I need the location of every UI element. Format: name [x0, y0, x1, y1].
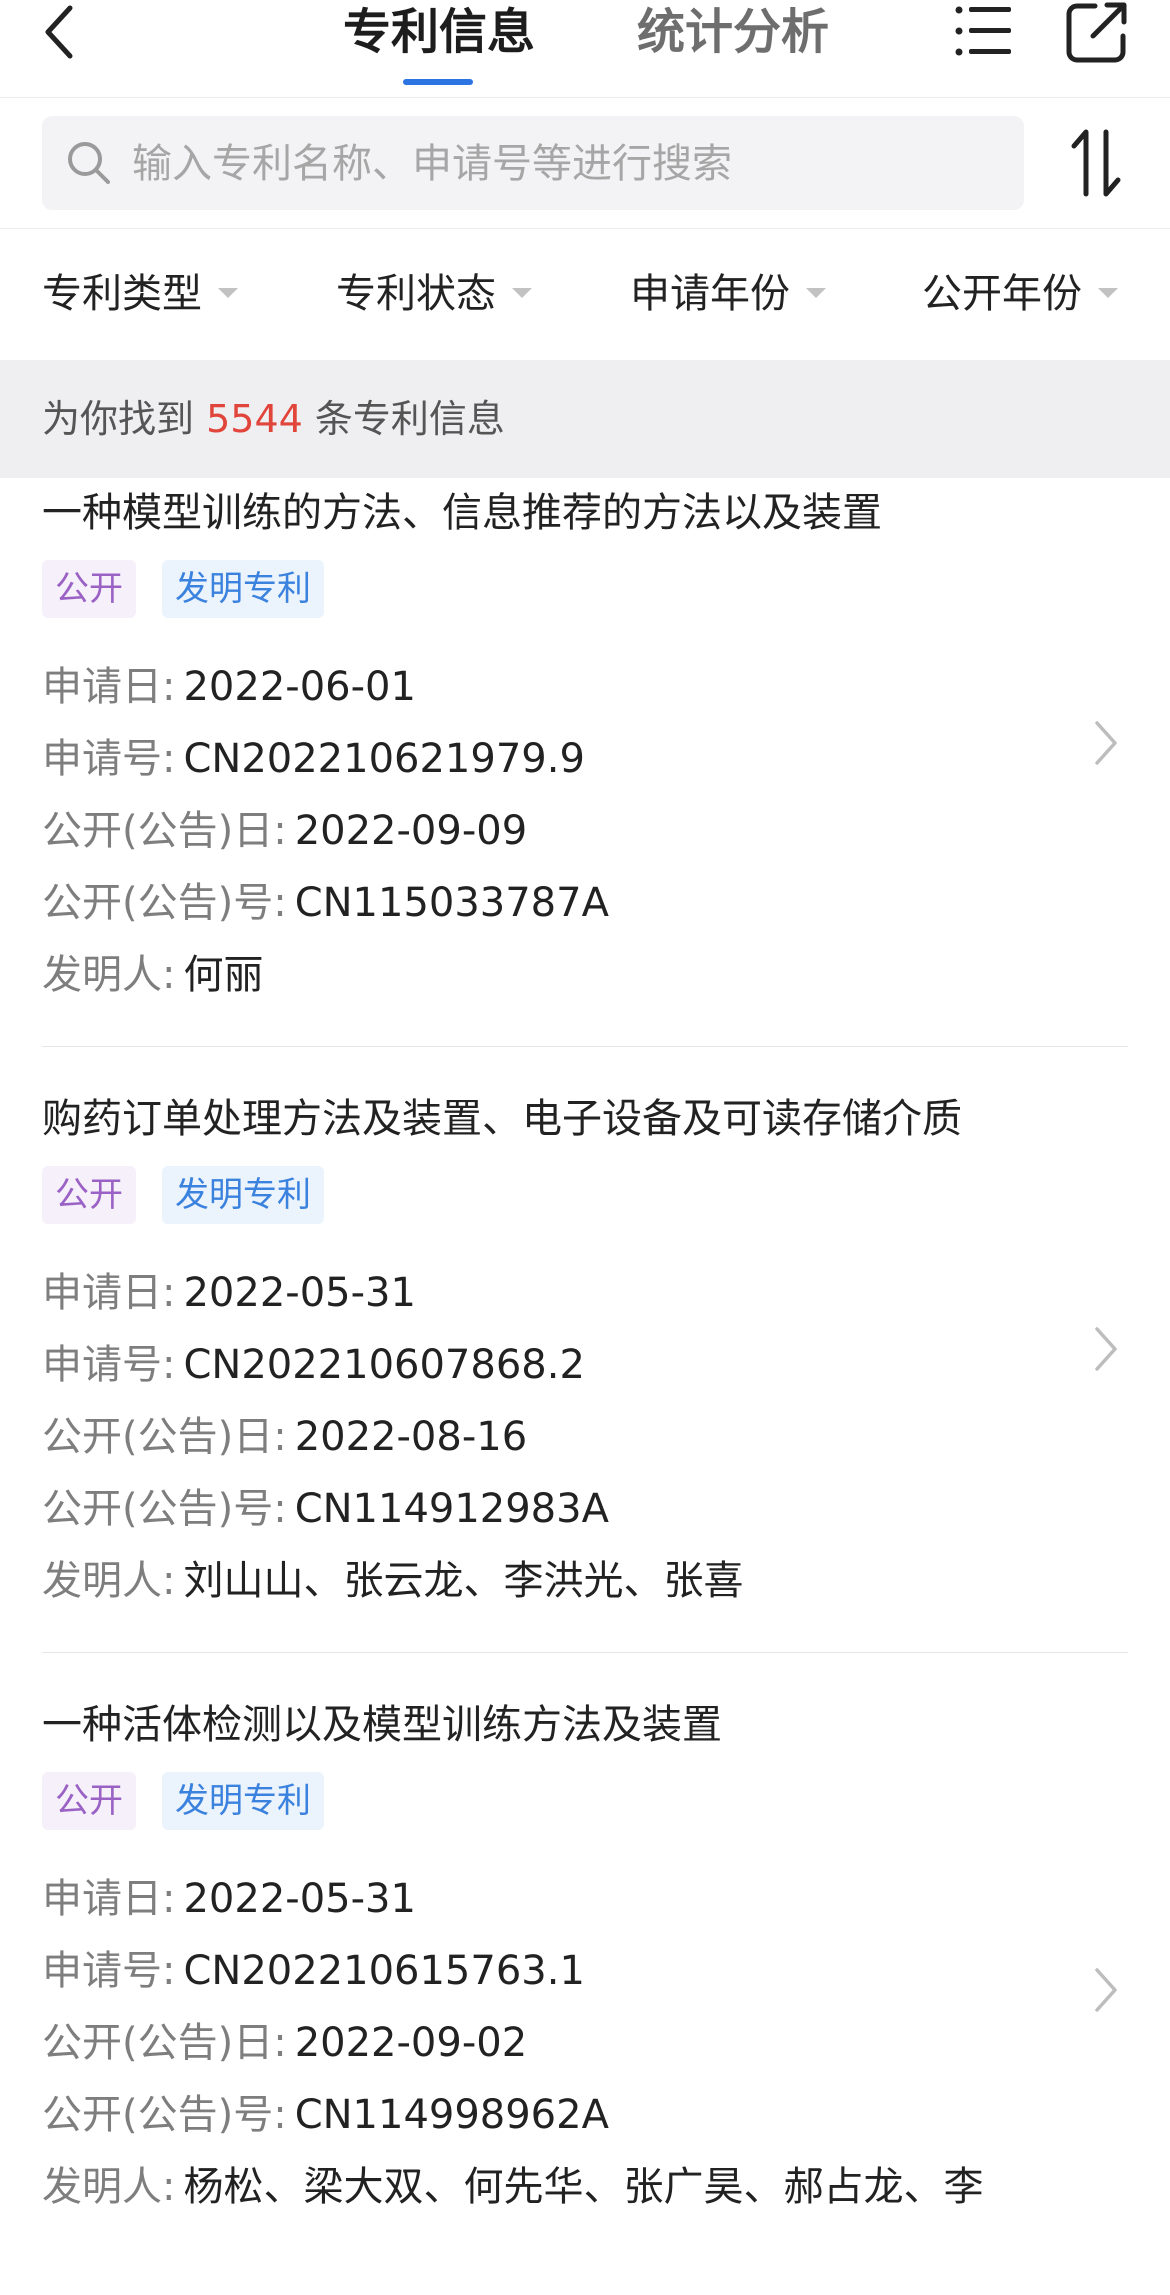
- apply-no-value: CN202210607868.2: [183, 1342, 585, 1388]
- pub-no-value: CN114998962A: [294, 2092, 609, 2138]
- tab-patent-info[interactable]: 专利信息: [336, 0, 542, 70]
- filter-label: 专利类型: [42, 271, 202, 317]
- card-divider: [42, 1652, 1128, 1653]
- pub-date-label: 公开(公告)日:: [42, 1414, 287, 1460]
- apply-no-row: 申请号: CN202210621979.9: [42, 723, 585, 795]
- chevron-right-icon[interactable]: [1092, 1324, 1120, 1374]
- caret-down-icon: [512, 288, 532, 298]
- result-summary: 为你找到 5544 条专利信息: [42, 360, 505, 478]
- pub-date-row: 公开(公告)日: 2022-09-09: [42, 795, 527, 867]
- result-count-bar: 为你找到 5544 条专利信息: [0, 360, 1170, 478]
- apply-date-label: 申请日:: [42, 664, 176, 710]
- patent-title: 购药订单处理方法及装置、电子设备及可读存储介质: [42, 1096, 962, 1142]
- patent-card[interactable]: 购药订单处理方法及装置、电子设备及可读存储介质 公开 发明专利 申请日: 2022…: [0, 1084, 1170, 1689]
- pub-date-row: 公开(公告)日: 2022-09-02: [42, 2007, 527, 2079]
- inventor-label: 发明人:: [42, 2164, 176, 2210]
- inventor-label: 发明人:: [42, 952, 176, 998]
- pub-no-row: 公开(公告)号: CN114912983A: [42, 1473, 609, 1545]
- apply-no-label: 申请号:: [42, 1948, 176, 1994]
- apply-date-label: 申请日:: [42, 1270, 176, 1316]
- result-suffix: 条专利信息: [314, 397, 505, 441]
- filter-bar: 专利类型 专利状态 申请年份 公开年份: [0, 229, 1170, 359]
- chevron-right-icon[interactable]: [1092, 718, 1120, 768]
- type-badge: 发明专利: [162, 560, 324, 618]
- card-divider: [42, 1046, 1128, 1047]
- patent-title: 一种活体检测以及模型训练方法及装置: [42, 1702, 722, 1748]
- apply-date-row: 申请日: 2022-05-31: [42, 1863, 416, 1935]
- pub-no-label: 公开(公告)号:: [42, 1486, 287, 1532]
- search-input[interactable]: [130, 116, 1014, 212]
- top-nav-bar: 专利信息 统计分析: [0, 0, 1170, 98]
- chevron-right-icon[interactable]: [1092, 1965, 1120, 2015]
- list-icon[interactable]: [953, 2, 1013, 60]
- filter-label: 公开年份: [922, 271, 1082, 317]
- inventor-value: 刘山山、张云龙、李洪光、张喜: [183, 1558, 744, 1604]
- pub-date-label: 公开(公告)日:: [42, 2020, 287, 2066]
- inventor-row: 发明人: 杨松、梁大双、何先华、张广昊、郝占龙、李: [42, 2151, 983, 2223]
- inventor-value: 何丽: [183, 952, 264, 998]
- search-box[interactable]: [42, 116, 1024, 212]
- pub-date-row: 公开(公告)日: 2022-08-16: [42, 1401, 527, 1473]
- apply-date-label: 申请日:: [42, 1876, 176, 1922]
- pub-no-value: CN114912983A: [294, 1486, 609, 1532]
- pub-date-value: 2022-09-02: [294, 2020, 528, 2066]
- apply-no-row: 申请号: CN202210607868.2: [42, 1329, 585, 1401]
- pub-date-value: 2022-08-16: [294, 1414, 528, 1460]
- caret-down-icon: [218, 288, 238, 298]
- search-icon: [68, 142, 110, 184]
- apply-no-value: CN202210621979.9: [183, 736, 585, 782]
- filter-label: 申请年份: [630, 271, 790, 317]
- apply-no-label: 申请号:: [42, 1342, 176, 1388]
- result-prefix: 为你找到: [42, 397, 195, 441]
- share-icon[interactable]: [1065, 0, 1129, 64]
- status-badge: 公开: [42, 1166, 136, 1224]
- apply-no-row: 申请号: CN202210615763.1: [42, 1935, 585, 2007]
- pub-no-row: 公开(公告)号: CN114998962A: [42, 2079, 609, 2151]
- status-badge: 公开: [42, 560, 136, 618]
- pub-no-label: 公开(公告)号:: [42, 2092, 287, 2138]
- patent-card[interactable]: 一种模型训练的方法、信息推荐的方法以及装置 公开 发明专利 申请日: 2022-0…: [0, 478, 1170, 1083]
- patent-card[interactable]: 一种活体检测以及模型训练方法及装置 公开 发明专利 申请日: 2022-05-31…: [0, 1690, 1170, 2295]
- pub-no-row: 公开(公告)号: CN115033787A: [42, 867, 609, 939]
- apply-no-label: 申请号:: [42, 736, 176, 782]
- filter-patent-status[interactable]: 专利状态: [336, 229, 532, 359]
- inventor-label: 发明人:: [42, 1558, 176, 1604]
- type-badge: 发明专利: [162, 1772, 324, 1830]
- active-tab-indicator: [403, 79, 473, 85]
- apply-date-row: 申请日: 2022-05-31: [42, 1257, 416, 1329]
- caret-down-icon: [806, 288, 826, 298]
- caret-down-icon: [1098, 288, 1118, 298]
- sort-icon[interactable]: [1066, 128, 1126, 198]
- filter-patent-type[interactable]: 专利类型: [42, 229, 238, 359]
- apply-date-value: 2022-05-31: [183, 1270, 416, 1316]
- apply-no-value: CN202210615763.1: [183, 1948, 585, 1994]
- tab-statistics[interactable]: 统计分析: [630, 0, 836, 70]
- inventor-value: 杨松、梁大双、何先华、张广昊、郝占龙、李: [183, 2164, 984, 2210]
- apply-date-row: 申请日: 2022-06-01: [42, 651, 416, 723]
- apply-date-value: 2022-05-31: [183, 1876, 416, 1922]
- inventor-row: 发明人: 何丽: [42, 939, 263, 1011]
- result-count: 5544: [206, 397, 303, 441]
- apply-date-value: 2022-06-01: [183, 664, 416, 710]
- filter-publish-year[interactable]: 公开年份: [922, 229, 1118, 359]
- pub-date-label: 公开(公告)日:: [42, 808, 287, 854]
- inventor-row: 发明人: 刘山山、张云龙、李洪光、张喜: [42, 1545, 743, 1617]
- pub-no-label: 公开(公告)号:: [42, 880, 287, 926]
- search-bar: [0, 98, 1170, 229]
- status-badge: 公开: [42, 1772, 136, 1830]
- chevron-left-icon[interactable]: [40, 2, 80, 62]
- type-badge: 发明专利: [162, 1166, 324, 1224]
- filter-apply-year[interactable]: 申请年份: [630, 229, 826, 359]
- pub-no-value: CN115033787A: [294, 880, 609, 926]
- pub-date-value: 2022-09-09: [294, 808, 528, 854]
- patent-title: 一种模型训练的方法、信息推荐的方法以及装置: [42, 490, 882, 536]
- filter-label: 专利状态: [336, 271, 496, 317]
